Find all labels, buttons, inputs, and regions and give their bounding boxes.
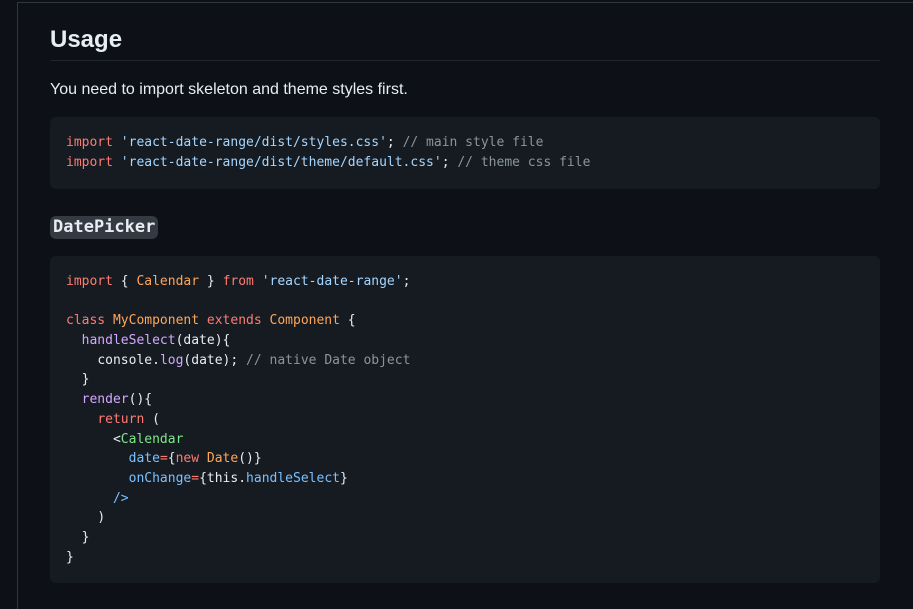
comment: // theme css file bbox=[457, 154, 591, 170]
punct: } bbox=[66, 549, 74, 565]
code-line: /> bbox=[66, 489, 864, 509]
code-text: (){ bbox=[128, 392, 153, 408]
punct: . bbox=[152, 352, 160, 368]
code-block-datepicker-example: import { Calendar } from 'react-date-ran… bbox=[50, 256, 880, 583]
keyword: return bbox=[97, 411, 145, 427]
keyword: import bbox=[66, 135, 113, 150]
section-heading-usage: Usage bbox=[50, 26, 123, 53]
code-line: <Calendar bbox=[66, 430, 864, 450]
code-line: render(){ bbox=[66, 390, 864, 410]
punct: { bbox=[167, 451, 176, 467]
code-line: } bbox=[66, 370, 864, 390]
jsx-attribute: date bbox=[128, 451, 160, 467]
keyword: from bbox=[222, 274, 254, 289]
usage-intro-text: You need to import skeleton and theme st… bbox=[50, 81, 408, 98]
property: handleSelect bbox=[246, 470, 340, 486]
code-line: ) bbox=[66, 508, 864, 528]
function-name: handleSelect bbox=[81, 333, 176, 349]
punct: } bbox=[206, 274, 215, 289]
heading-divider bbox=[50, 60, 880, 61]
punct: ; bbox=[402, 274, 411, 289]
punct: } bbox=[339, 470, 348, 486]
punct: { bbox=[120, 274, 129, 289]
punct: ; bbox=[386, 135, 395, 150]
code-block-import-styles: import 'react-date-range/dist/styles.css… bbox=[50, 117, 880, 189]
code-text: (date); bbox=[183, 352, 239, 368]
code-line: onChange={this.handleSelect} bbox=[66, 469, 864, 489]
code-line: console.log(date); // native Date object bbox=[66, 351, 864, 371]
punct: } bbox=[81, 372, 90, 388]
keyword: class bbox=[66, 313, 106, 329]
code-line: return ( bbox=[66, 410, 864, 430]
punct: } bbox=[81, 529, 90, 545]
string: 'react-date-range' bbox=[261, 274, 403, 289]
function-name: render bbox=[81, 392, 129, 408]
jsx-tag: Calendar bbox=[120, 431, 184, 447]
code-line: import 'react-date-range/dist/styles.css… bbox=[66, 133, 864, 153]
identifier: Component bbox=[269, 313, 340, 329]
code-line: } bbox=[66, 528, 864, 548]
keyword: import bbox=[66, 154, 113, 170]
keyword: new bbox=[175, 451, 200, 467]
string: 'react-date-range/dist/styles.css' bbox=[120, 135, 387, 150]
code-line: } bbox=[66, 548, 864, 568]
code-line: import { Calendar } from 'react-date-ran… bbox=[66, 272, 864, 292]
comment: // main style file bbox=[402, 135, 544, 150]
punct: ( bbox=[152, 411, 160, 427]
operator: = bbox=[191, 470, 200, 486]
identifier: Date bbox=[206, 451, 239, 467]
identifier: MyComponent bbox=[112, 313, 200, 329]
operator: = bbox=[159, 451, 168, 467]
code-line: import 'react-date-range/dist/theme/defa… bbox=[66, 153, 864, 173]
string: 'react-date-range/dist/theme/default.css… bbox=[120, 154, 442, 170]
section-heading-datepicker: DatePicker bbox=[50, 216, 159, 239]
code-text: console bbox=[97, 352, 153, 368]
code-line: class MyComponent extends Component { bbox=[66, 311, 864, 331]
punct: ) bbox=[97, 510, 106, 526]
punct: { bbox=[347, 313, 356, 329]
code-text: this bbox=[206, 470, 239, 486]
identifier: Calendar bbox=[136, 274, 200, 289]
jsx-tag-close: /> bbox=[112, 490, 129, 506]
code-line: date={new Date()} bbox=[66, 449, 864, 469]
code-text: (date){ bbox=[175, 333, 231, 349]
punct: . bbox=[238, 470, 247, 486]
function-name: log bbox=[159, 352, 184, 368]
punct: ; bbox=[441, 154, 450, 170]
punct: { bbox=[199, 470, 207, 486]
keyword: import bbox=[66, 274, 113, 289]
code-line: handleSelect(date){ bbox=[66, 331, 864, 351]
punct: ()} bbox=[238, 451, 262, 467]
jsx-attribute: onChange bbox=[128, 470, 192, 486]
keyword: extends bbox=[206, 313, 262, 329]
comment: // native Date object bbox=[246, 352, 411, 368]
punct: < bbox=[112, 431, 121, 447]
